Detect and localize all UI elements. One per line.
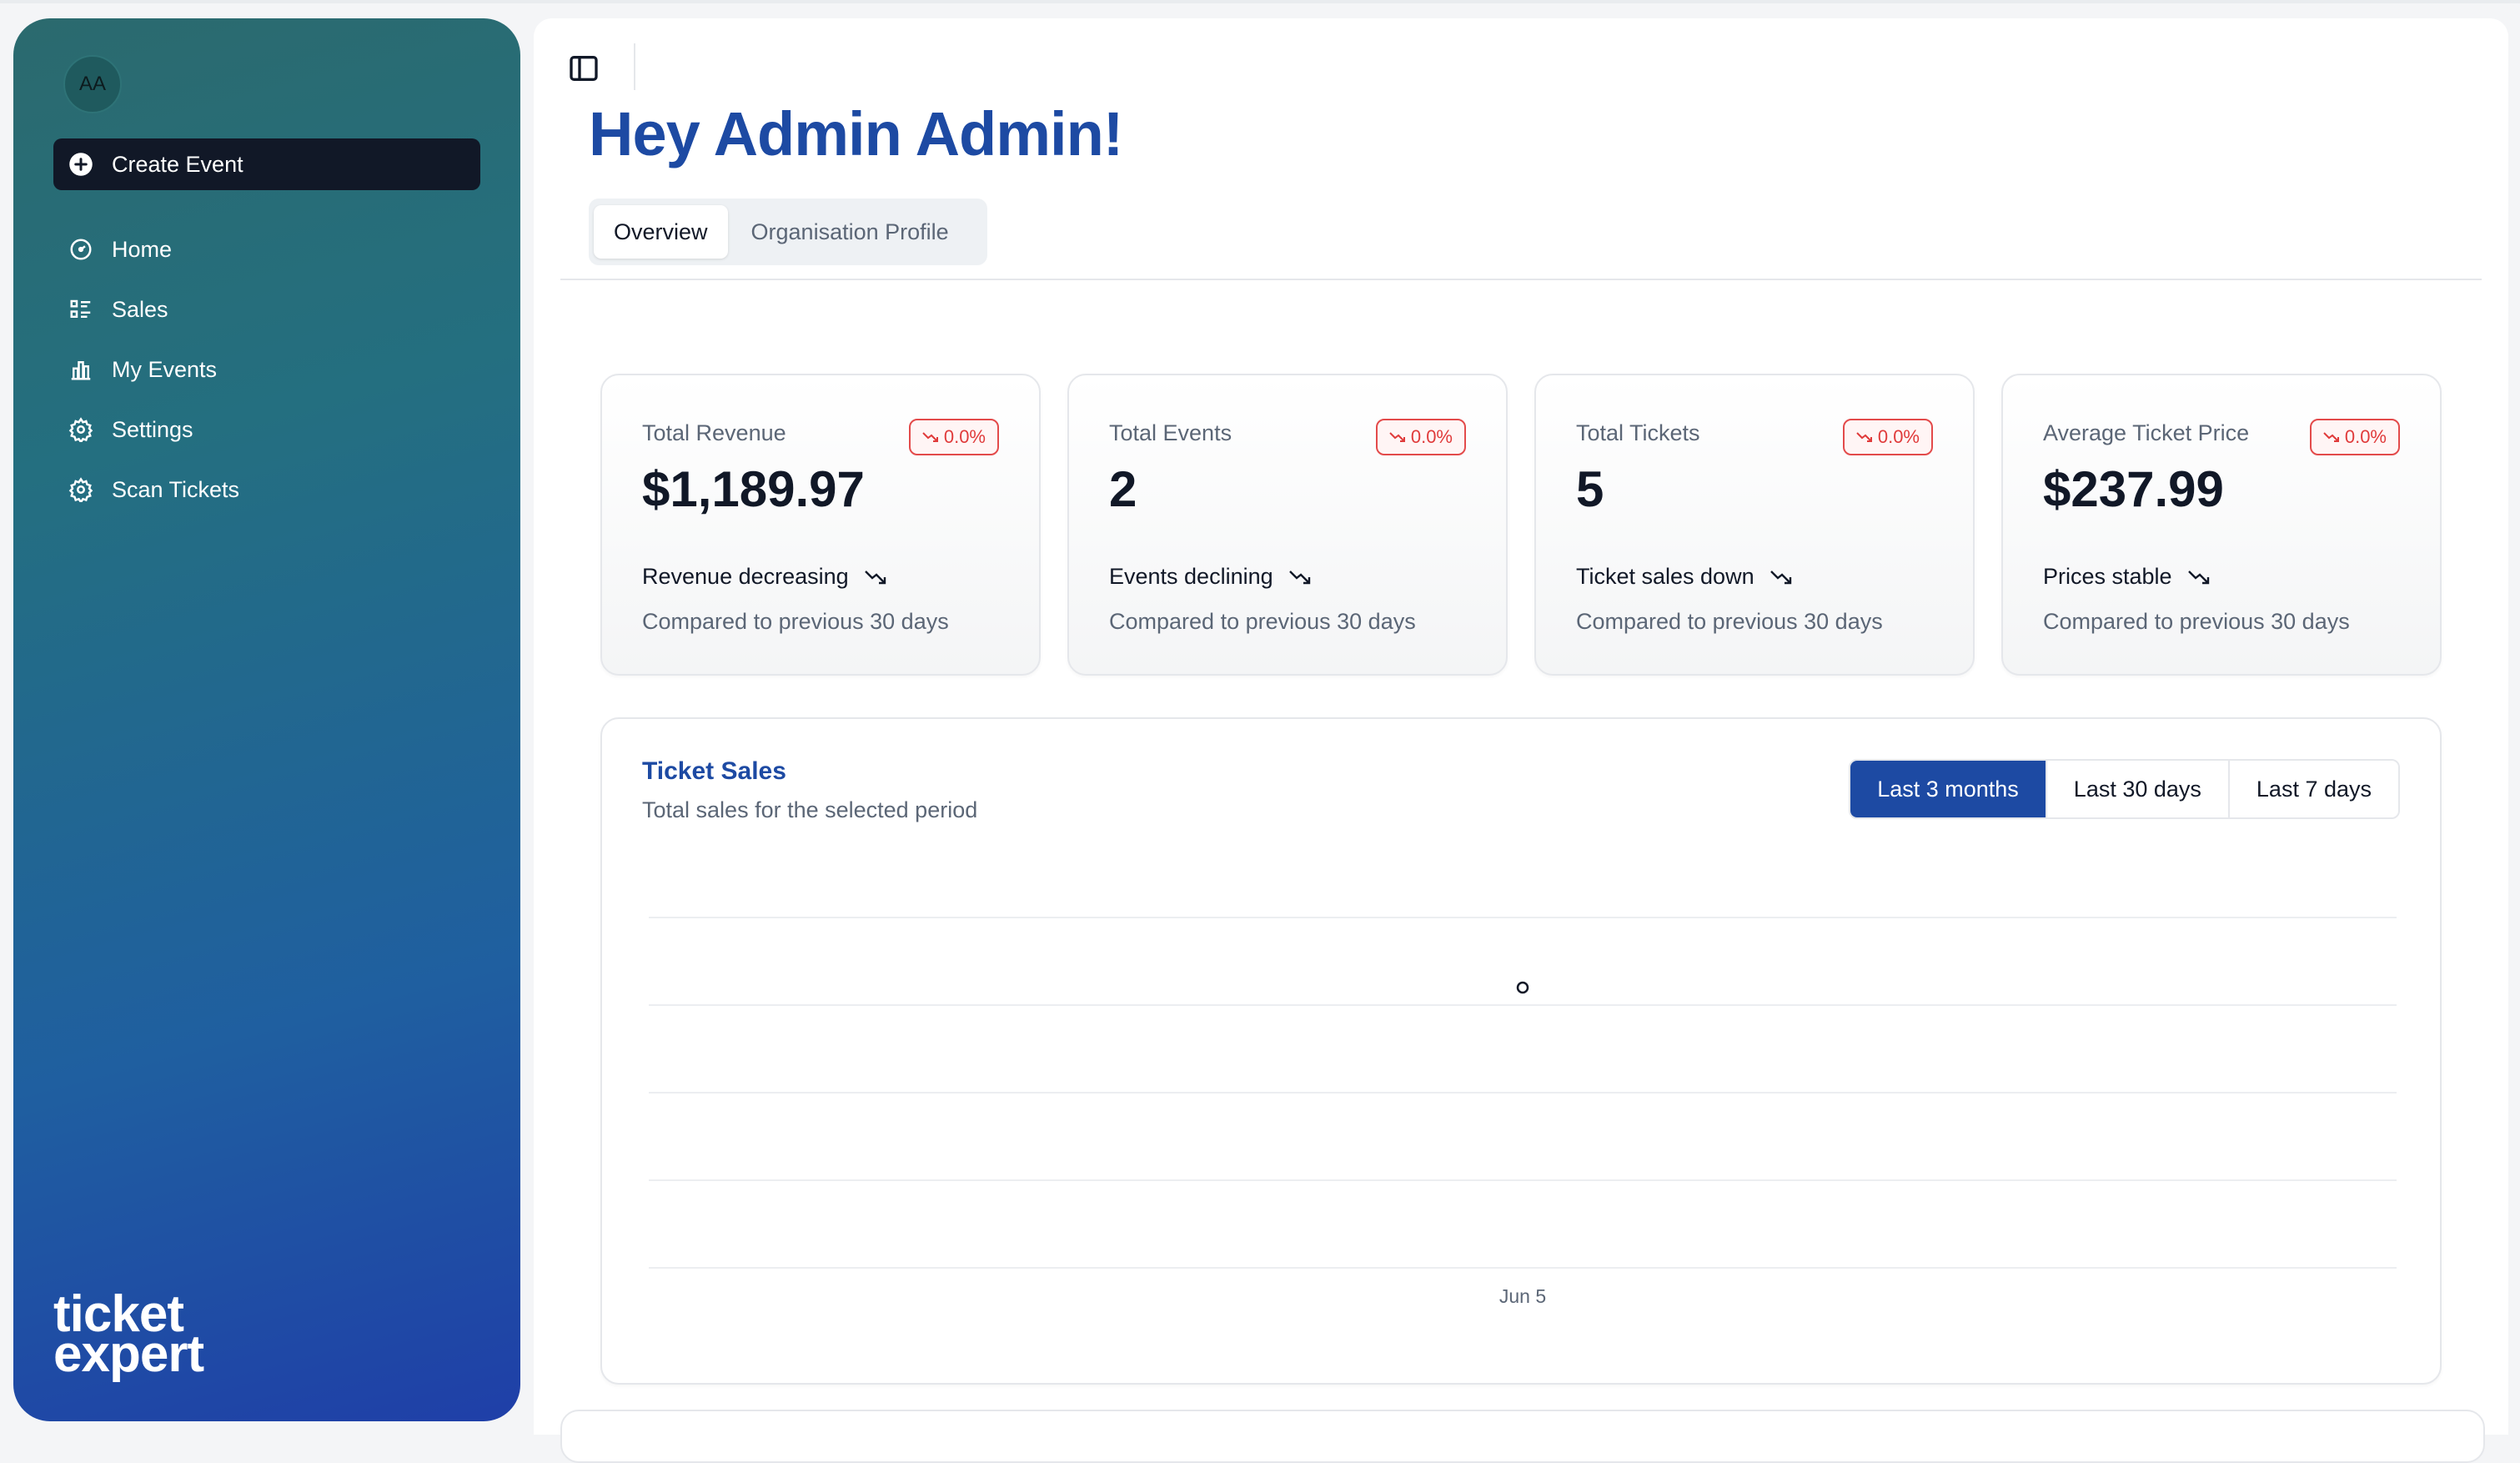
sidebar-item-home[interactable]: Home bbox=[53, 225, 480, 274]
page-title: Hey Admin Admin! bbox=[589, 99, 1123, 168]
stat-card-total-tickets: Total Tickets 0.0% 5 Ticket sales down C… bbox=[1534, 374, 1975, 676]
stat-value: $1,189.97 bbox=[642, 461, 865, 517]
create-event-button[interactable]: Create Event bbox=[53, 138, 480, 190]
trend-down-icon bbox=[2323, 432, 2339, 442]
tab-organisation-profile[interactable]: Organisation Profile bbox=[731, 205, 969, 259]
badge-value: 0.0% bbox=[1877, 426, 1920, 447]
stat-trend: Events declining bbox=[1109, 564, 1312, 590]
sidebar-item-label: Home bbox=[112, 236, 173, 262]
status-badge: 0.0% bbox=[1842, 419, 1933, 455]
stat-trend-label: Prices stable bbox=[2043, 564, 2172, 589]
bar-chart-icon bbox=[71, 361, 91, 380]
sidebar-item-label: Settings bbox=[112, 416, 193, 442]
tab-bar: Overview Organisation Profile bbox=[589, 199, 987, 265]
stat-card-total-revenue: Total Revenue 0.0% $1,189.97 Revenue dec… bbox=[600, 374, 1041, 676]
gear-icon bbox=[68, 417, 93, 442]
sidebar-item-label: My Events bbox=[112, 356, 218, 382]
sidebar-item-sales[interactable]: Sales bbox=[53, 285, 480, 334]
top-border bbox=[0, 0, 2520, 3]
ticket-sales-chart-card: Ticket Sales Total sales for the selecte… bbox=[600, 717, 2442, 1385]
stat-trend-label: Revenue decreasing bbox=[642, 564, 849, 589]
stat-trend: Revenue decreasing bbox=[642, 564, 887, 590]
status-badge: 0.0% bbox=[2309, 419, 2400, 455]
stat-card-average-ticket-price: Average Ticket Price 0.0% $237.99 Prices… bbox=[2001, 374, 2442, 676]
stat-label: Total Events bbox=[1109, 420, 1232, 445]
main-panel: Hey Admin Admin! Overview Organisation P… bbox=[534, 18, 2508, 1463]
gauge-icon bbox=[70, 239, 92, 260]
header-divider bbox=[634, 43, 635, 90]
next-card bbox=[560, 1410, 2485, 1463]
trend-down-icon bbox=[864, 570, 886, 584]
badge-value: 0.0% bbox=[943, 426, 986, 447]
stat-trend: Prices stable bbox=[2043, 564, 2211, 590]
stat-value: $237.99 bbox=[2043, 461, 2224, 517]
sidebar-item-settings[interactable]: Settings bbox=[53, 405, 480, 454]
stat-trend-label: Events declining bbox=[1109, 564, 1273, 589]
tab-overview[interactable]: Overview bbox=[594, 205, 728, 259]
header-divider-horizontal bbox=[560, 279, 2482, 280]
brand-line2: expert bbox=[53, 1325, 204, 1383]
stat-subtext: Compared to previous 30 days bbox=[1109, 609, 1416, 634]
stat-subtext: Compared to previous 30 days bbox=[642, 609, 949, 634]
trend-down-icon bbox=[922, 432, 938, 442]
avatar[interactable]: AA bbox=[63, 55, 122, 113]
trend-down-icon bbox=[2187, 570, 2209, 584]
trend-down-icon bbox=[1389, 432, 1405, 442]
gear-icon bbox=[68, 477, 93, 502]
sidebar-item-label: Scan Tickets bbox=[112, 476, 240, 502]
stat-label: Average Ticket Price bbox=[2043, 420, 2250, 445]
stat-label: Total Revenue bbox=[642, 420, 786, 445]
trend-down-icon bbox=[1288, 570, 1310, 584]
sidebar-item-scan-tickets[interactable]: Scan Tickets bbox=[53, 465, 480, 514]
stat-subtext: Compared to previous 30 days bbox=[2043, 609, 2350, 634]
x-tick-label: Jun 5 bbox=[1499, 1285, 1546, 1307]
stat-trend-label: Ticket sales down bbox=[1576, 564, 1754, 589]
brand-logo: ticket expert bbox=[53, 1289, 204, 1383]
stat-value: 2 bbox=[1109, 461, 1137, 517]
trend-down-icon bbox=[1856, 432, 1872, 442]
stat-trend: Ticket sales down bbox=[1576, 564, 1793, 590]
stat-value: 5 bbox=[1576, 461, 1604, 517]
stat-subtext: Compared to previous 30 days bbox=[1576, 609, 1883, 634]
sidebar-item-label: Sales bbox=[112, 296, 168, 322]
sidebar-toggle-icon[interactable] bbox=[567, 52, 600, 85]
badge-value: 0.0% bbox=[1410, 426, 1453, 447]
list-icon bbox=[70, 299, 91, 318]
plus-circle-icon bbox=[69, 153, 93, 176]
stat-card-total-events: Total Events 0.0% 2 Events declining Com… bbox=[1067, 374, 1508, 676]
status-badge: 0.0% bbox=[1375, 419, 1466, 455]
sidebar: AA Create Event Home Sales My Events Set… bbox=[13, 18, 520, 1421]
create-event-label: Create Event bbox=[112, 151, 243, 177]
ticket-sales-chart: Jun 5 bbox=[649, 917, 2397, 1307]
trend-down-icon bbox=[1770, 570, 1791, 584]
sidebar-item-my-events[interactable]: My Events bbox=[53, 345, 480, 394]
stat-label: Total Tickets bbox=[1576, 420, 1700, 445]
status-badge: 0.0% bbox=[908, 419, 999, 455]
badge-value: 0.0% bbox=[2344, 426, 2387, 447]
data-point[interactable] bbox=[1516, 981, 1529, 994]
